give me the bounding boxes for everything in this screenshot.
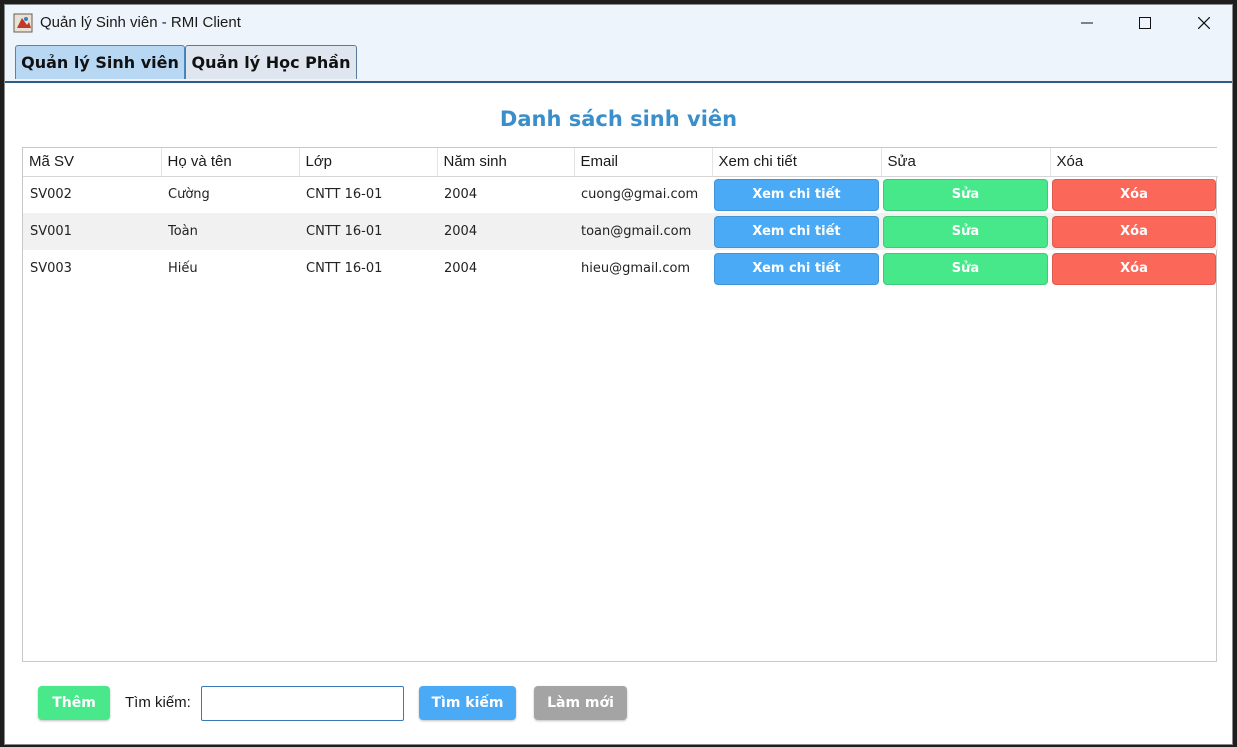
cell-name: Cường [168, 187, 210, 203]
close-icon [1198, 17, 1210, 29]
column-header-id[interactable]: Mã SV [23, 148, 162, 177]
edit-button[interactable]: Sửa [883, 252, 1048, 285]
minimize-button[interactable] [1058, 5, 1116, 41]
refresh-button[interactable]: Làm mới [534, 686, 627, 720]
window-title: Quản lý Sinh viên - RMI Client [40, 14, 241, 31]
cell-class: CNTT 16-01 [299, 213, 437, 250]
cell-year: 2004 [444, 261, 478, 276]
delete-button[interactable]: Xóa [1052, 215, 1216, 248]
view-details-button[interactable]: Xem chi tiết [714, 215, 879, 248]
cell-email: toan@gmail.com [574, 213, 712, 250]
search-button[interactable]: Tìm kiếm [419, 686, 516, 720]
search-input[interactable] [201, 686, 404, 721]
cell-year: 2004 [444, 187, 478, 203]
student-table-container: Mã SV Họ và tên Lớp Năm sinh Email Xem c… [22, 147, 1218, 662]
maximize-icon [1139, 17, 1151, 29]
student-table: Mã SV Họ và tên Lớp Năm sinh Email Xem c… [23, 148, 1218, 287]
cell-name: Toàn [161, 213, 299, 250]
cell-id: SV003 [30, 261, 72, 276]
tab-course-management[interactable]: Quản lý Học Phần [185, 45, 357, 79]
student-panel: Danh sách sinh viên Mã SV Họ và tên Lớp … [5, 83, 1232, 744]
minimize-icon [1081, 22, 1093, 24]
tab-student-management[interactable]: Quản lý Sinh viên [15, 45, 185, 79]
column-header-name[interactable]: Họ và tên [161, 148, 300, 177]
table-row[interactable]: SV001 Toàn CNTT 16-01 2004 toan@gmail.co… [23, 213, 1218, 250]
maximize-button[interactable] [1116, 5, 1174, 41]
edit-button[interactable]: Sửa [883, 178, 1048, 211]
cell-id: SV001 [23, 213, 161, 250]
column-header-delete[interactable]: Xóa [1050, 148, 1218, 177]
java-app-icon [13, 13, 33, 33]
title-bar: Quản lý Sinh viên - RMI Client [5, 5, 1232, 41]
table-row[interactable]: SV002 Cường CNTT 16-01 2004 cuong@gmai.c… [23, 176, 1218, 213]
view-details-button[interactable]: Xem chi tiết [714, 178, 879, 211]
view-details-button[interactable]: Xem chi tiết [714, 252, 879, 285]
table-header: Mã SV Họ và tên Lớp Năm sinh Email Xem c… [23, 148, 1218, 177]
column-header-view[interactable]: Xem chi tiết [712, 148, 882, 177]
column-header-email[interactable]: Email [574, 148, 713, 177]
cell-class: CNTT 16-01 [306, 261, 383, 276]
edit-button[interactable]: Sửa [883, 215, 1048, 248]
cell-email: cuong@gmai.com [581, 187, 699, 203]
app-window: Quản lý Sinh viên - RMI Client Quản lý S… [4, 4, 1233, 745]
delete-button[interactable]: Xóa [1052, 178, 1216, 211]
column-header-edit[interactable]: Sửa [881, 148, 1051, 177]
cell-email: hieu@gmail.com [581, 261, 691, 276]
page-title: Danh sách sinh viên [499, 107, 738, 131]
add-button[interactable]: Thêm [38, 686, 110, 720]
close-button[interactable] [1175, 5, 1232, 41]
search-label: Tìm kiếm: [125, 694, 191, 711]
delete-button[interactable]: Xóa [1052, 252, 1216, 285]
cell-name: Hiếu [168, 261, 198, 276]
cell-id: SV002 [30, 187, 72, 203]
table-row[interactable]: SV003 Hiếu CNTT 16-01 2004 hieu@gmail.co… [23, 250, 1218, 287]
tab-bar: Quản lý Sinh viên Quản lý Học Phần [5, 41, 1232, 83]
column-header-class[interactable]: Lớp [299, 148, 438, 177]
cell-year: 2004 [437, 213, 574, 250]
action-bar: Thêm Tìm kiếm: Tìm kiếm Làm mới [5, 678, 1232, 728]
cell-class: CNTT 16-01 [306, 187, 383, 203]
column-header-year[interactable]: Năm sinh [437, 148, 575, 177]
